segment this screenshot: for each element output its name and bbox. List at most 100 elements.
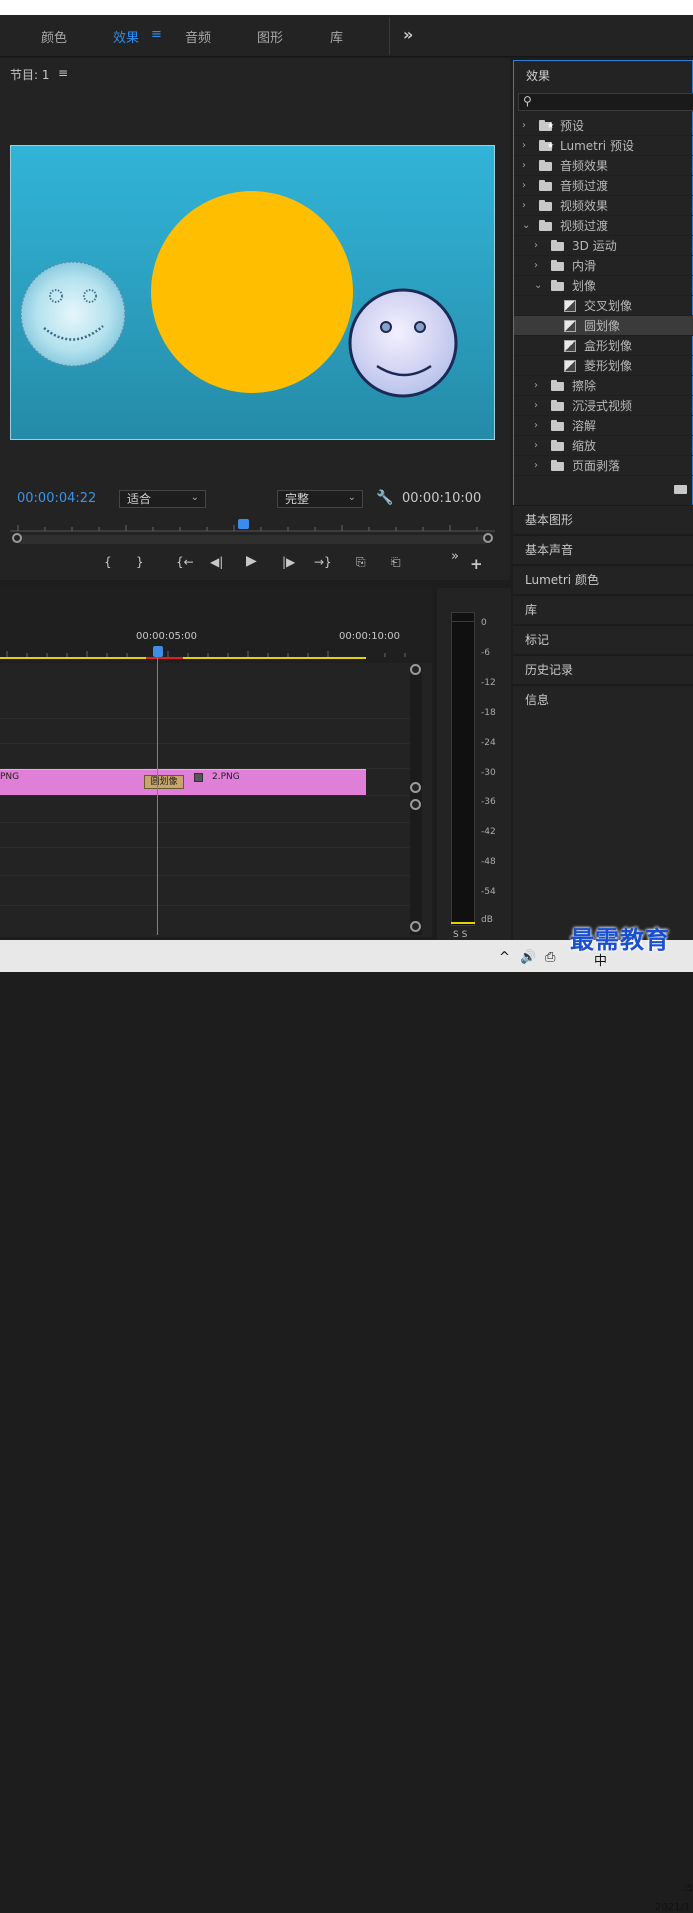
step-forward-button[interactable]: |▶ xyxy=(282,555,295,569)
effect-folder[interactable]: › 擦除 xyxy=(514,376,693,396)
volume-icon[interactable]: 🔊 xyxy=(520,950,536,965)
panel-markers[interactable]: 标记 xyxy=(513,625,693,654)
go-to-out-button[interactable]: →} xyxy=(314,555,332,569)
monitor-playhead[interactable] xyxy=(238,519,249,529)
effect-item[interactable]: 菱形划像 xyxy=(514,356,693,376)
chevron-right-icon[interactable]: › xyxy=(534,456,538,476)
panel-essential-sound[interactable]: 基本声音 xyxy=(513,535,693,564)
quality-dropdown[interactable]: 完整 ⌄ xyxy=(277,490,363,508)
wrench-icon[interactable]: 🔧 xyxy=(376,490,393,506)
chevron-right-icon[interactable]: › xyxy=(534,396,538,416)
workspace-menu-icon[interactable]: ≡ xyxy=(151,27,162,42)
effect-folder[interactable]: ⌄ 视频过渡 xyxy=(514,216,693,236)
new-bin-icon[interactable] xyxy=(674,485,687,494)
workspace-tab-audio[interactable]: 音频 xyxy=(185,27,211,46)
network-icon[interactable]: ⎙ xyxy=(545,950,555,965)
effect-folder[interactable]: › 音频效果 xyxy=(514,156,693,176)
panel-libraries[interactable]: 库 xyxy=(513,595,693,624)
chevron-right-icon[interactable]: › xyxy=(534,376,538,396)
clock-time[interactable]: :5 xyxy=(683,1883,693,1894)
scroll-handle-bottom[interactable] xyxy=(410,782,421,793)
effect-label: 擦除 xyxy=(572,379,597,393)
solo-buttons[interactable]: S S xyxy=(453,930,467,940)
monitor-menu-icon[interactable]: ≡ xyxy=(58,66,68,80)
chevron-right-icon[interactable]: › xyxy=(534,236,538,256)
lift-button[interactable]: ⎘ xyxy=(356,555,366,570)
fit-dropdown-value: 适合 xyxy=(127,492,152,506)
button-editor-add-icon[interactable]: + xyxy=(470,555,483,573)
effect-folder[interactable]: › ★ 预设 xyxy=(514,116,693,136)
fit-dropdown[interactable]: 适合 ⌄ xyxy=(119,490,206,508)
folder-icon xyxy=(551,400,564,411)
timeline-playhead-line xyxy=(157,650,158,935)
effects-search-input[interactable]: ⚲ xyxy=(518,93,693,111)
clock-date[interactable]: 2021/1 xyxy=(655,1902,690,1913)
folder-icon xyxy=(551,280,564,291)
tray-expand-icon[interactable]: ^ xyxy=(499,950,510,965)
chevron-right-icon[interactable]: › xyxy=(522,136,526,156)
workspace-more-icon[interactable]: » xyxy=(403,25,413,44)
watermark-logo: 最需教育 xyxy=(570,925,670,954)
effect-folder[interactable]: › 缩放 xyxy=(514,436,693,456)
clip-indicator[interactable] xyxy=(451,612,475,622)
effect-folder[interactable]: › 页面剥落 xyxy=(514,456,693,476)
effect-item[interactable]: 盒形划像 xyxy=(514,336,693,356)
transition-iris-round[interactable]: 圆划像 xyxy=(144,775,184,789)
play-button[interactable]: ▶ xyxy=(246,553,257,569)
scroll-handle-top[interactable] xyxy=(410,799,421,810)
panel-lumetri-color[interactable]: Lumetri 颜色 xyxy=(513,565,693,594)
effect-folder[interactable]: › 沉浸式视频 xyxy=(514,396,693,416)
effect-folder[interactable]: › 音频过渡 xyxy=(514,176,693,196)
db-label: -30 xyxy=(481,768,496,778)
effect-folder[interactable]: › 内滑 xyxy=(514,256,693,276)
workspace-tab-color[interactable]: 颜色 xyxy=(41,27,67,46)
chevron-right-icon[interactable]: › xyxy=(534,436,538,456)
extract-button[interactable]: ⎗ xyxy=(391,555,401,570)
zoom-scrollbar[interactable] xyxy=(17,535,488,544)
effect-item[interactable]: 交叉划像 xyxy=(514,296,693,316)
step-back-button[interactable]: ◀| xyxy=(210,555,223,569)
chevron-right-icon[interactable]: › xyxy=(534,256,538,276)
chevron-down-icon[interactable]: ⌄ xyxy=(522,216,530,236)
monitor-ruler[interactable] xyxy=(10,520,495,532)
chevron-right-icon[interactable]: › xyxy=(522,156,526,176)
timeline-ruler[interactable]: 00:00:05:00 00:00:10:00 xyxy=(0,585,432,663)
folder-icon xyxy=(539,220,552,231)
chevron-right-icon[interactable]: › xyxy=(522,116,526,136)
chevron-down-icon[interactable]: ⌄ xyxy=(534,276,542,296)
mark-in-button[interactable]: { xyxy=(104,555,112,569)
search-icon: ⚲ xyxy=(523,94,532,108)
scroll-handle-top[interactable] xyxy=(410,664,421,675)
workspace-tab-effects[interactable]: 效果 xyxy=(113,27,139,46)
button-editor-more-icon[interactable]: » xyxy=(451,549,459,564)
effect-folder[interactable]: › 溶解 xyxy=(514,416,693,436)
mark-out-button[interactable]: } xyxy=(136,555,144,569)
panel-essential-graphics[interactable]: 基本图形 xyxy=(513,505,693,534)
chevron-right-icon[interactable]: › xyxy=(522,176,526,196)
effect-item[interactable]: 圆划像 xyxy=(514,316,693,336)
effects-panel-title[interactable]: 效果 xyxy=(526,67,550,84)
scroll-handle-bottom[interactable] xyxy=(410,921,421,932)
chevron-right-icon[interactable]: › xyxy=(522,196,526,216)
go-to-in-button[interactable]: {← xyxy=(176,555,194,569)
workspace-tab-libraries[interactable]: 库 xyxy=(330,27,343,46)
effect-folder[interactable]: › ★ Lumetri 预设 xyxy=(514,136,693,156)
panel-history[interactable]: 历史记录 xyxy=(513,655,693,684)
effect-folder[interactable]: › 3D 运动 xyxy=(514,236,693,256)
zoom-handle-right[interactable] xyxy=(483,533,493,543)
workspace-tab-graphics[interactable]: 图形 xyxy=(257,27,283,46)
zoom-handle-left[interactable] xyxy=(12,533,22,543)
db-unit-label: dB xyxy=(481,915,493,925)
effect-folder[interactable]: › 视频效果 xyxy=(514,196,693,216)
work-area-bar[interactable] xyxy=(0,657,366,659)
folder-icon xyxy=(539,160,552,171)
program-frame[interactable] xyxy=(10,145,495,440)
chevron-down-icon: ⌄ xyxy=(190,492,199,503)
chevron-right-icon[interactable]: › xyxy=(534,416,538,436)
current-timecode[interactable]: 00:00:04:22 xyxy=(17,491,96,506)
monitor-title[interactable]: 节目: 1 xyxy=(10,66,50,83)
effect-label: 溶解 xyxy=(572,419,597,433)
effect-folder[interactable]: ⌄ 划像 xyxy=(514,276,693,296)
panel-info[interactable]: 信息 xyxy=(513,685,693,714)
timeline-playhead[interactable] xyxy=(153,646,163,657)
